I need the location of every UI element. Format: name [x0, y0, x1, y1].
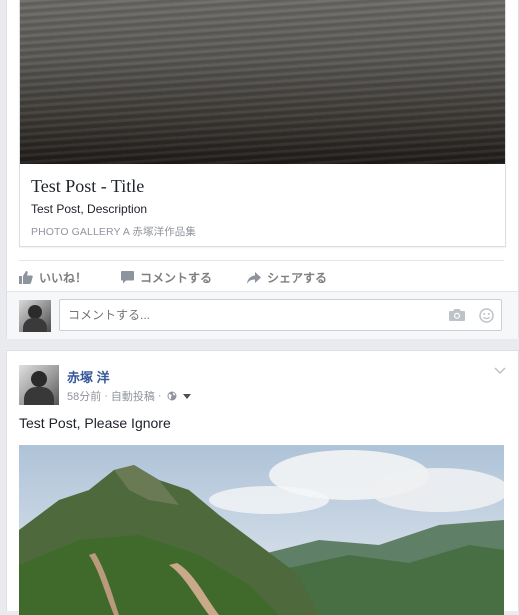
- link-preview-image[interactable]: [20, 0, 505, 164]
- comment-label: コメントする: [140, 271, 213, 285]
- author-avatar[interactable]: [19, 365, 59, 405]
- share-button[interactable]: シェアする: [247, 269, 327, 286]
- comment-button[interactable]: コメントする: [121, 269, 212, 286]
- post-card-1: Test Post - Title Test Post, Description…: [6, 0, 519, 339]
- avatar[interactable]: [19, 300, 51, 332]
- share-label: シェアする: [267, 271, 328, 285]
- post-time[interactable]: 58分前: [67, 388, 101, 404]
- globe-icon[interactable]: [167, 391, 177, 401]
- post-actions: いいね！ コメントする シェアする: [19, 260, 504, 291]
- like-button[interactable]: いいね！: [19, 269, 87, 286]
- audience-dropdown[interactable]: [182, 393, 191, 399]
- comment-input[interactable]: [59, 299, 502, 331]
- like-label: いいね！: [39, 271, 88, 285]
- link-title[interactable]: Test Post - Title: [31, 176, 144, 197]
- share-icon: [247, 271, 261, 284]
- like-icon: [19, 271, 33, 284]
- post-meta: 58分前 · 自動投稿 ·: [67, 388, 191, 404]
- chevron-down-icon[interactable]: [494, 367, 506, 375]
- emoji-icon[interactable]: [479, 308, 494, 323]
- comment-bar: [7, 291, 518, 339]
- author-name[interactable]: 赤塚 洋: [67, 367, 110, 386]
- link-source: PHOTO GALLERY A 赤塚洋作品集: [31, 226, 197, 238]
- post-card-2: 赤塚 洋 58分前 · 自動投稿 · Test Post, Please Ign…: [6, 350, 519, 615]
- mountain-landscape-image: [19, 445, 504, 615]
- post-source: 自動投稿: [110, 391, 155, 403]
- post-text: Test Post, Please Ignore: [19, 415, 171, 431]
- link-preview[interactable]: Test Post - Title Test Post, Description…: [19, 0, 506, 247]
- comment-icon: [121, 271, 134, 284]
- post-photo[interactable]: [19, 445, 504, 615]
- link-description: Test Post, Description: [31, 202, 148, 216]
- camera-icon[interactable]: [449, 308, 465, 321]
